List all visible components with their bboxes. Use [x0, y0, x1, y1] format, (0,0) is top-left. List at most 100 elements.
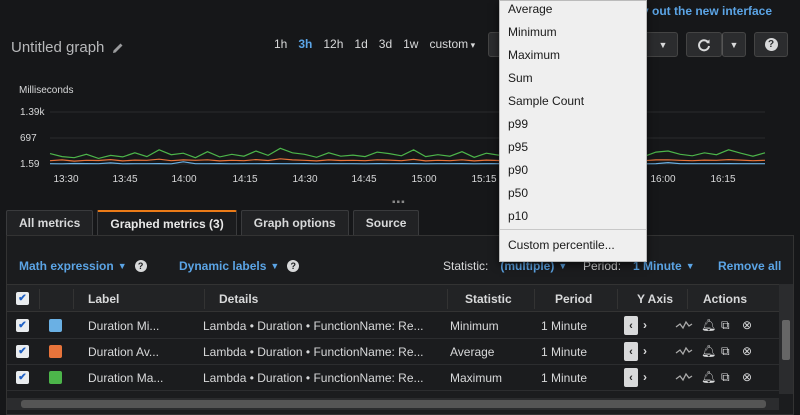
row-statistic[interactable]: Maximum — [450, 371, 502, 385]
tab-source[interactable]: Source — [352, 210, 420, 235]
vertical-scrollbar[interactable] — [779, 284, 793, 394]
row-checkbox[interactable] — [16, 345, 29, 358]
x-tick-label: 13:30 — [53, 174, 78, 185]
help-button[interactable]: ? — [754, 32, 788, 57]
y-tick-label: 1.59 — [20, 159, 40, 170]
sparkline-icon[interactable] — [675, 318, 693, 332]
tab-bar: All metrics Graphed metrics (3) Graph op… — [6, 210, 420, 235]
range-1d[interactable]: 1d — [354, 37, 373, 51]
range-3h[interactable]: 3h — [298, 37, 318, 51]
row-period[interactable]: 1 Minute — [541, 345, 587, 359]
remove-icon[interactable]: ⊗ — [742, 344, 752, 358]
remove-icon[interactable]: ⊗ — [742, 318, 752, 332]
remove-icon[interactable]: ⊗ — [742, 370, 752, 384]
y-axis-right-toggle[interactable]: › — [643, 370, 647, 384]
series-line — [49, 157, 766, 162]
statistic-dropdown-menu: Average Minimum Maximum Sum Sample Count… — [499, 0, 647, 262]
copy-icon[interactable]: ⧉ — [721, 370, 730, 385]
metrics-line-chart: 1.39k 697 1.59 13:30 13:45 14:00 14:15 14:30 14… — [20, 107, 766, 185]
series-color-swatch[interactable] — [49, 345, 62, 358]
chevron-down-icon: ▼ — [685, 261, 695, 271]
column-y-axis[interactable]: Y Axis — [637, 292, 673, 306]
row-statistic[interactable]: Average — [450, 345, 494, 359]
copy-icon[interactable]: ⧉ — [721, 318, 730, 333]
table-row[interactable]: Duration Ma... Lambda • Duration • Funct… — [7, 365, 779, 391]
dynamic-labels-dropdown[interactable]: Dynamic labels ▼ ? — [179, 259, 300, 273]
menu-item-maximum[interactable]: Maximum — [508, 48, 560, 62]
table-row[interactable]: Duration Av... Lambda • Duration • Funct… — [7, 339, 779, 365]
refresh-button[interactable] — [686, 32, 722, 57]
tab-graph-options[interactable]: Graph options — [240, 210, 349, 235]
range-1w[interactable]: 1w — [403, 37, 424, 51]
series-color-swatch[interactable] — [49, 371, 62, 384]
alarm-bell-icon[interactable]: 🔔︎ — [701, 344, 716, 358]
range-3d[interactable]: 3d — [379, 37, 398, 51]
column-actions[interactable]: Actions — [703, 292, 747, 306]
row-period[interactable]: 1 Minute — [541, 319, 587, 333]
alarm-bell-icon[interactable]: 🔔︎ — [701, 318, 716, 332]
series-line — [49, 161, 765, 165]
y-axis-left-toggle[interactable]: ‹ — [624, 316, 638, 335]
tab-graphed-metrics[interactable]: Graphed metrics (3) — [97, 210, 237, 235]
range-12h[interactable]: 12h — [323, 37, 349, 51]
y-axis-right-toggle[interactable]: › — [643, 344, 647, 358]
top-notice[interactable]: y out the new interface — [642, 4, 772, 18]
row-label[interactable]: Duration Av... — [88, 345, 159, 359]
remove-all-button[interactable]: Remove all — [718, 259, 781, 273]
pencil-icon[interactable] — [112, 42, 124, 54]
menu-item-custom-percentile[interactable]: Custom percentile... — [508, 238, 615, 252]
row-details[interactable]: Lambda • Duration • FunctionName: Re... — [203, 371, 424, 385]
row-label[interactable]: Duration Mi... — [88, 319, 159, 333]
range-custom[interactable]: custom — [429, 37, 481, 51]
menu-item-p90[interactable]: p90 — [508, 163, 528, 177]
sparkline-icon[interactable] — [675, 344, 693, 358]
tab-all-metrics[interactable]: All metrics — [6, 210, 94, 235]
help-icon[interactable]: ? — [287, 260, 300, 272]
series-line — [49, 109, 766, 160]
chevron-down-icon: ▼ — [658, 39, 668, 50]
menu-item-sum[interactable]: Sum — [508, 71, 533, 85]
chevron-down-icon: ▼ — [558, 261, 568, 271]
y-tick-label: 697 — [20, 133, 37, 144]
column-period[interactable]: Period — [555, 292, 592, 306]
x-tick-label: 14:15 — [232, 174, 257, 185]
column-label[interactable]: Label — [88, 292, 119, 306]
row-checkbox[interactable] — [16, 319, 29, 332]
math-expression-dropdown[interactable]: Math expression ▼ ? — [19, 259, 147, 273]
series-color-swatch[interactable] — [49, 319, 62, 332]
copy-icon[interactable]: ⧉ — [721, 344, 730, 359]
range-1h[interactable]: 1h — [274, 37, 293, 51]
row-period[interactable]: 1 Minute — [541, 371, 587, 385]
row-details[interactable]: Lambda • Duration • FunctionName: Re... — [203, 345, 424, 359]
question-icon: ? — [764, 38, 778, 51]
menu-item-minimum[interactable]: Minimum — [508, 25, 557, 39]
column-details[interactable]: Details — [219, 292, 258, 306]
refresh-interval-dropdown[interactable]: ▼ — [722, 32, 746, 57]
y-axis-left-toggle[interactable]: ‹ — [624, 342, 638, 361]
menu-item-average[interactable]: Average — [508, 2, 552, 16]
sparkline-icon[interactable] — [675, 370, 693, 384]
help-icon[interactable]: ? — [134, 260, 147, 272]
select-all-checkbox[interactable] — [16, 292, 29, 305]
menu-item-p99[interactable]: p99 — [508, 117, 528, 131]
row-statistic[interactable]: Minimum — [450, 319, 499, 333]
math-expression-label: Math expression — [19, 259, 114, 273]
x-tick-label: 14:30 — [292, 174, 317, 185]
table-header: Label Details Statistic Period Y Axis Ac… — [7, 284, 779, 312]
resize-handle[interactable]: ▪▪▪ — [392, 197, 406, 208]
menu-item-sample-count[interactable]: Sample Count — [508, 94, 584, 108]
alarm-bell-icon[interactable]: 🔔︎ — [701, 370, 716, 384]
menu-item-p50[interactable]: p50 — [508, 186, 528, 200]
row-details[interactable]: Lambda • Duration • FunctionName: Re... — [203, 319, 424, 333]
chevron-down-icon: ▼ — [729, 39, 739, 50]
column-statistic[interactable]: Statistic — [465, 292, 512, 306]
y-axis-right-toggle[interactable]: › — [643, 318, 647, 332]
menu-item-p95[interactable]: p95 — [508, 140, 528, 154]
horizontal-scrollbar[interactable] — [7, 398, 779, 410]
row-label[interactable]: Duration Ma... — [88, 371, 163, 385]
y-axis-ticks: 1.39k 697 1.59 — [20, 107, 45, 170]
row-checkbox[interactable] — [16, 371, 29, 384]
menu-item-p10[interactable]: p10 — [508, 209, 528, 223]
table-row[interactable]: Duration Mi... Lambda • Duration • Funct… — [7, 313, 779, 339]
y-axis-left-toggle[interactable]: ‹ — [624, 368, 638, 387]
